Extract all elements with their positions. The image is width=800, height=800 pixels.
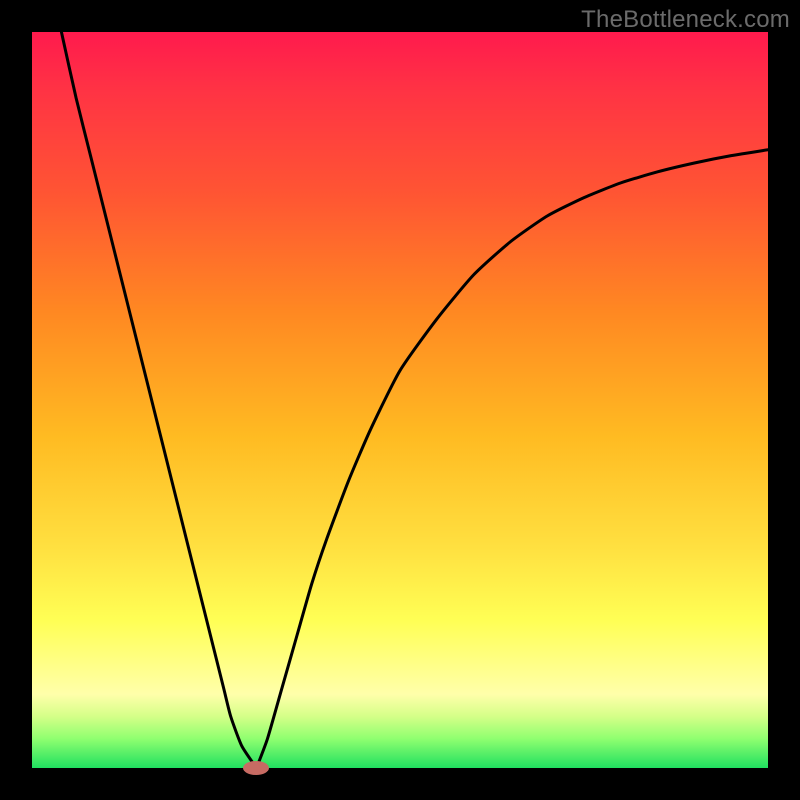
bottleneck-curve (32, 32, 768, 768)
chart-frame: TheBottleneck.com (0, 0, 800, 800)
watermark-text: TheBottleneck.com (581, 6, 790, 34)
curve-path (61, 32, 768, 768)
optimum-marker (243, 761, 269, 775)
plot-area (32, 32, 768, 768)
